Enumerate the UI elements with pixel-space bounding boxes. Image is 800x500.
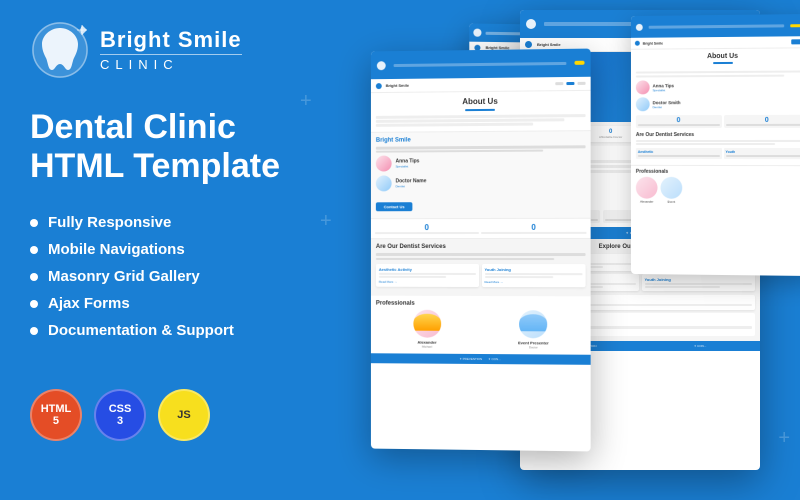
html5-badge: HTML5	[30, 389, 82, 441]
css3-badge: CSS3	[94, 389, 146, 441]
feature-item: Mobile Navigations	[30, 241, 310, 258]
screenshot-about: Bright Smile About Us Anna Tips Speciali…	[631, 14, 800, 276]
features-list: Fully Responsive Mobile Navigations Maso…	[30, 214, 310, 349]
bullet-icon	[30, 327, 38, 335]
left-panel: Bright Smile CLINIC Dental ClinicHTML Te…	[0, 0, 340, 500]
sc-about-header	[631, 14, 800, 38]
bullet-icon	[30, 219, 38, 227]
logo-area: Bright Smile CLINIC	[30, 20, 310, 80]
screenshot-front: Bright Smile About Us Bright Smile	[371, 49, 591, 452]
bullet-icon	[30, 273, 38, 281]
feature-item: Fully Responsive	[30, 214, 310, 231]
logo-subtitle: CLINIC	[100, 54, 242, 72]
deco-plus-3: +	[778, 427, 790, 450]
logo-icon	[30, 20, 90, 80]
logo-title: Bright Smile	[100, 28, 242, 52]
js-badge: JS	[158, 389, 210, 441]
right-panel: Bright Smile Blog	[290, 10, 800, 500]
feature-item: Documentation & Support	[30, 322, 310, 339]
bullet-icon	[30, 246, 38, 254]
main-title: Dental ClinicHTML Template	[30, 108, 310, 186]
deco-plus-2: +	[320, 210, 332, 233]
sc-front-header	[371, 49, 591, 80]
tech-badges: HTML5 CSS3 JS	[30, 389, 310, 441]
feature-item: Ajax Forms	[30, 295, 310, 312]
deco-plus-1: +	[300, 90, 312, 113]
logo-text: Bright Smile CLINIC	[100, 28, 242, 72]
bullet-icon	[30, 300, 38, 308]
feature-item: Masonry Grid Gallery	[30, 268, 310, 285]
